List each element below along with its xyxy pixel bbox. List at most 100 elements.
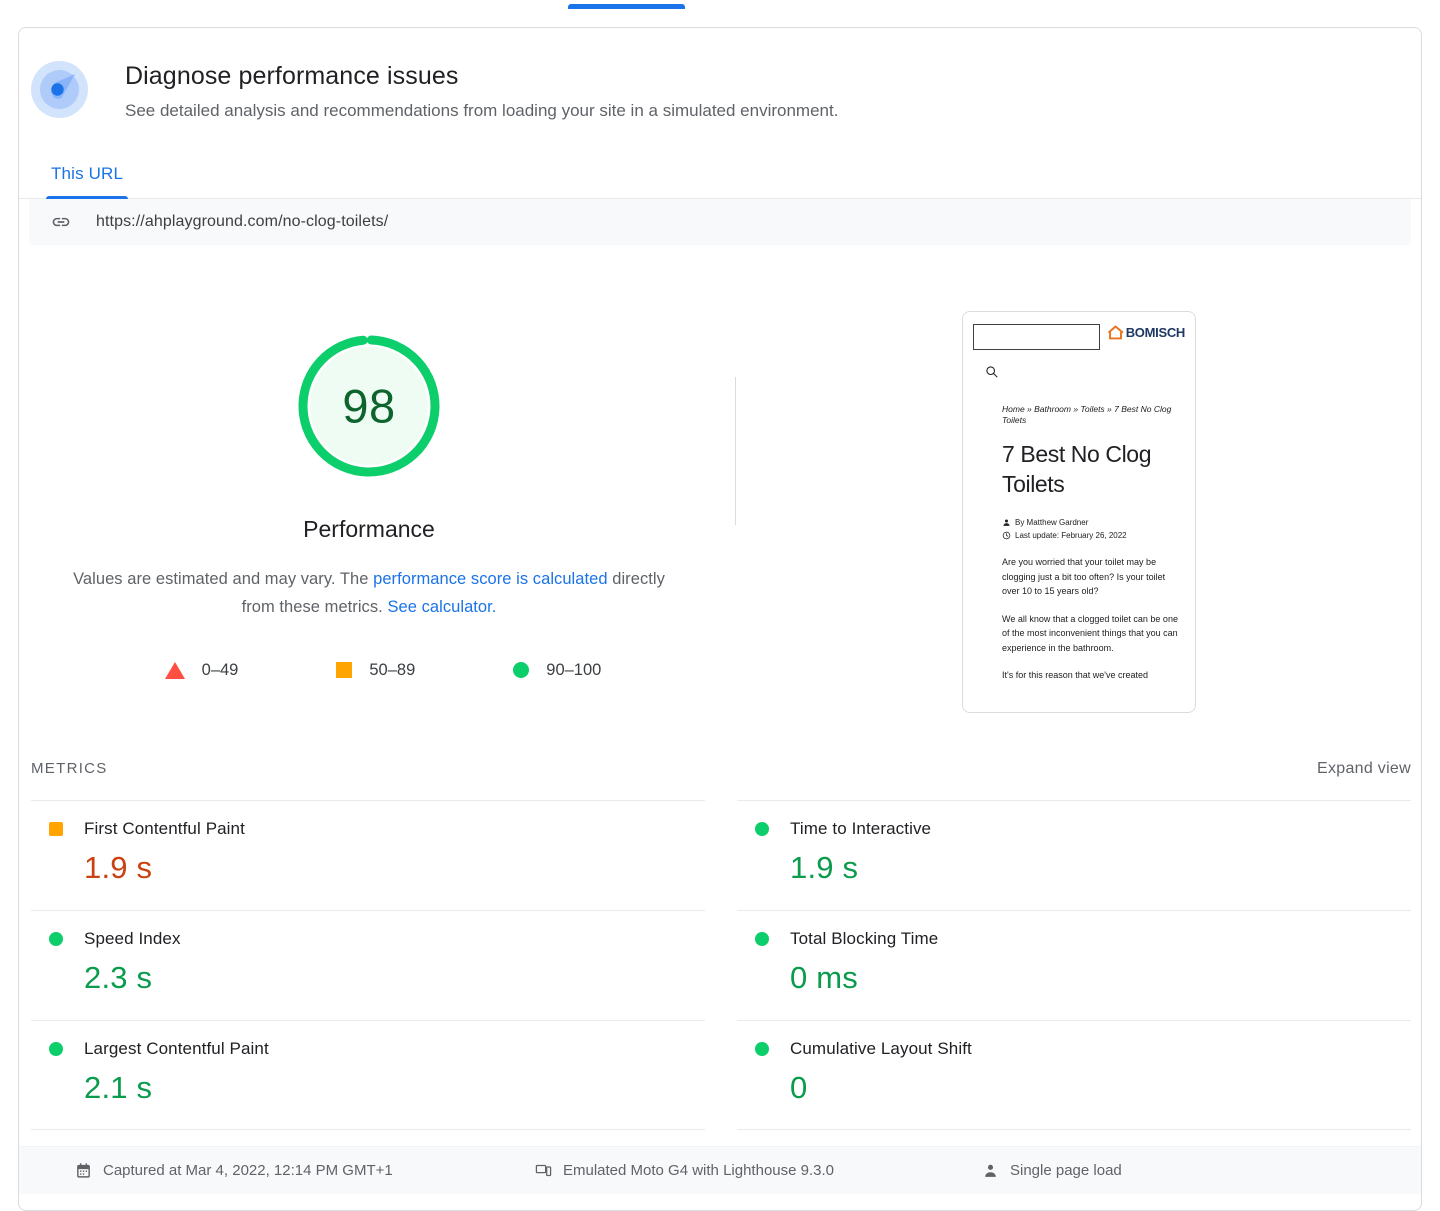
screenshot-article-title: 7 Best No Clog Toilets [1002,441,1152,497]
score-legend: 0–49 50–89 90–100 [137,660,601,680]
metric-name: First Contentful Paint [84,819,245,838]
search-icon [986,366,998,378]
footer-load-type: Single page load [982,1161,1122,1181]
score-desc-text-1: Values are estimated and may vary. The [73,570,374,588]
tab-bar: This URL [19,163,1421,199]
lighthouse-report-card: Diagnose performance issues See detailed… [18,27,1422,1211]
legend-item-poor: 0–49 [164,660,239,680]
green-circle-icon [49,1042,63,1056]
screenshot-date-text: Last update: February 26, 2022 [1015,531,1127,540]
footer-device: Emulated Moto G4 with Lighthouse 9.3.0 [535,1161,982,1181]
metric-name: Speed Index [84,929,181,948]
screenshot-search-box [973,324,1100,350]
green-circle-icon [755,932,769,946]
green-circle-icon [513,662,530,678]
screenshot-meta: By Matthew Gardner Last update: February… [1002,516,1185,542]
device-icon [535,1164,552,1177]
metric-value: 0 [790,1070,808,1105]
screenshot-topbar: BOMISCH [973,324,1185,350]
metrics-section-title: METRICS [31,760,108,777]
screenshot-paragraph-3: It's for this reason that we've created [1002,670,1149,680]
screenshot-date-row: Last update: February 26, 2022 [1002,529,1185,542]
link-icon [52,217,70,227]
legend-label-good: 90–100 [546,661,602,679]
performance-label: Performance [303,516,435,542]
metric-row[interactable]: First Contentful Paint 1.9 s [31,800,705,910]
metric-head: Total Blocking Time [737,928,1411,950]
expand-view-button[interactable]: Expand view [1317,760,1411,778]
metric-row[interactable]: Speed Index 2.3 s [31,910,705,1020]
card-header: Diagnose performance issues See detailed… [19,28,1421,124]
screenshot-search-icon-wrap [985,365,1185,383]
page-title: Diagnose performance issues [125,62,459,90]
screenshot-logo-text: BOMISCH [1125,325,1186,340]
active-tab-indicator[interactable] [568,4,685,9]
score-area: 98 Performance Values are estimated and … [19,245,1421,713]
metric-head: Largest Contentful Paint [31,1038,705,1060]
metric-value: 1.9 s [790,850,859,885]
metric-name: Time to Interactive [790,819,932,838]
performance-score-link[interactable]: performance score is calculated [373,570,608,588]
screenshot-author-text: By Matthew Gardner [1015,518,1089,527]
metrics-column-right: Time to Interactive 1.9 s Total Blocking… [737,800,1411,1130]
performance-score-value: 98 [342,379,396,433]
screenshot-author-row: By Matthew Gardner [1002,516,1185,529]
page-subtitle: See detailed analysis and recommendation… [125,101,839,120]
screenshot-breadcrumb: Home » Bathroom » Toilets » 7 Best No Cl… [1002,404,1172,425]
score-description: Values are estimated and may vary. The p… [69,565,669,621]
screenshot-logo: BOMISCH [1107,324,1185,341]
red-triangle-icon [164,661,185,679]
house-logo-icon [1107,325,1123,340]
legend-label-poor: 0–49 [201,661,239,679]
see-calculator-link[interactable]: See calculator. [387,598,496,616]
score-column: 98 Performance Values are estimated and … [19,311,719,713]
legend-label-average: 50–89 [369,661,416,679]
metrics-grid: First Contentful Paint 1.9 s Speed Index… [19,800,1421,1130]
metric-head: First Contentful Paint [31,818,705,840]
tab-this-url[interactable]: This URL [31,163,143,199]
metric-head: Time to Interactive [737,818,1411,840]
vertical-divider [735,377,736,525]
lighthouse-icon [31,61,88,118]
metrics-column-left: First Contentful Paint 1.9 s Speed Index… [31,800,705,1130]
orange-square-icon [336,662,353,678]
person-icon [1003,519,1010,526]
screenshot-paragraph-1: Are you worried that your toilet may be … [1002,557,1166,596]
footer-capture-time: Captured at Mar 4, 2022, 12:14 PM GMT+1 [75,1161,535,1181]
metric-value: 2.1 s [84,1070,153,1105]
report-footer: Captured at Mar 4, 2022, 12:14 PM GMT+1 … [19,1146,1421,1194]
person-icon [985,1164,996,1177]
footer-load-type-label: Single page load [1010,1161,1122,1179]
url-text: https://ahplayground.com/no-clog-toilets… [96,213,389,230]
screenshot-column: BOMISCH Home » Bathroom » Toilets » 7 Be… [719,311,1421,713]
metric-name: Cumulative Layout Shift [790,1039,972,1058]
metric-value: 0 ms [790,960,858,995]
metric-name: Largest Contentful Paint [84,1039,269,1058]
metric-row[interactable]: Largest Contentful Paint 2.1 s [31,1020,705,1130]
clock-icon [1002,531,1011,540]
legend-item-good: 90–100 [513,660,601,680]
performance-gauge: 98 [294,331,444,481]
footer-device-label: Emulated Moto G4 with Lighthouse 9.3.0 [563,1161,834,1179]
metric-row[interactable]: Time to Interactive 1.9 s [737,800,1411,910]
calendar-icon [77,1163,90,1178]
top-tab-strip [0,0,1440,14]
header-text-block: Diagnose performance issues See detailed… [125,58,838,124]
metric-head: Speed Index [31,928,705,950]
green-circle-icon [755,1042,769,1056]
screenshot-paragraph-2: We all know that a clogged toilet can be… [1002,613,1178,653]
orange-square-icon [49,822,63,836]
metric-name: Total Blocking Time [790,929,939,948]
url-bar[interactable]: https://ahplayground.com/no-clog-toilets… [29,199,1411,245]
page-screenshot-thumbnail[interactable]: BOMISCH Home » Bathroom » Toilets » 7 Be… [962,311,1196,713]
metrics-header: METRICS Expand view [19,759,1421,779]
legend-item-average: 50–89 [336,660,415,680]
metric-head: Cumulative Layout Shift [737,1038,1411,1060]
green-circle-icon [49,932,63,946]
footer-capture-time-label: Captured at Mar 4, 2022, 12:14 PM GMT+1 [103,1161,393,1179]
metric-value: 2.3 s [84,960,153,995]
green-circle-icon [755,822,769,836]
metric-row[interactable]: Cumulative Layout Shift 0 [737,1020,1411,1130]
metric-value: 1.9 s [84,850,153,885]
metric-row[interactable]: Total Blocking Time 0 ms [737,910,1411,1020]
